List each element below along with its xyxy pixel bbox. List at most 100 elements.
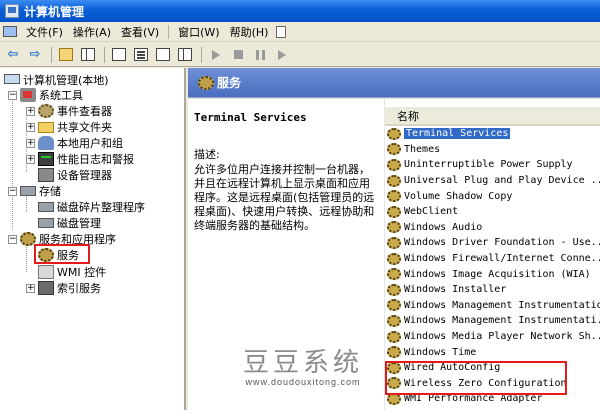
service-row-name: Terminal Services — [404, 128, 511, 140]
tree-defrag[interactable]: 磁盘碎片整理程序 — [38, 199, 145, 215]
start-service-icon[interactable] — [206, 45, 226, 65]
service-row[interactable]: Windows Management Instrumentati... — [385, 313, 600, 329]
service-row[interactable]: Volume Shadow Copy — [385, 188, 600, 204]
wmi-icon — [38, 265, 54, 279]
tree-wmi[interactable]: WMI 控件 — [38, 264, 106, 280]
export-list-icon[interactable] — [109, 45, 129, 65]
tree-event-viewer[interactable]: + 事件查看器 — [26, 103, 112, 119]
users-icon — [38, 136, 54, 150]
expand-icon[interactable]: + — [26, 106, 35, 116]
document-menu-icon[interactable] — [273, 25, 289, 39]
highlight-box-wireless — [385, 361, 567, 395]
restart-service-icon[interactable] — [272, 45, 292, 65]
service-row[interactable]: WebClient — [385, 204, 600, 220]
service-row-name: WMI Performance Adapter — [404, 393, 543, 405]
service-row-name: Windows Management Instrumentation — [404, 299, 600, 311]
window-title: 计算机管理 — [24, 4, 85, 19]
service-row-name: Windows Driver Foundation - Use... — [404, 237, 600, 249]
properties-icon[interactable] — [131, 45, 151, 65]
back-arrow-icon[interactable]: ⇦ — [3, 45, 23, 65]
service-gear-icon — [387, 205, 401, 218]
service-gear-icon — [387, 158, 401, 171]
service-row[interactable]: Terminal Services — [385, 126, 600, 142]
watermark: 豆豆系统 www.doudouxitong.com — [208, 342, 398, 387]
up-folder-icon[interactable] — [56, 45, 76, 65]
service-row-name: Windows Management Instrumentati... — [404, 315, 600, 327]
expand-icon[interactable]: + — [26, 283, 35, 293]
indexing-icon — [38, 281, 54, 295]
stop-service-icon[interactable] — [228, 45, 248, 65]
menu-action[interactable]: 操作(A) — [68, 24, 116, 40]
service-row[interactable]: Uninterruptible Power Supply — [385, 157, 600, 173]
service-row-name: Universal Plug and Play Device ... — [404, 175, 600, 187]
expand-icon[interactable]: + — [26, 138, 35, 148]
menu-bar: 文件(F) 操作(A) 查看(V) 窗口(W) 帮助(H) — [0, 22, 600, 42]
event-viewer-icon — [38, 104, 54, 118]
pause-service-icon[interactable] — [250, 45, 270, 65]
expand-icon[interactable]: + — [26, 122, 35, 132]
refresh-icon[interactable] — [153, 45, 173, 65]
tree-root[interactable]: 计算机管理(本地) — [4, 72, 109, 88]
toolbar: ⇦ ⇨ — [0, 43, 600, 67]
content-header: 服务 — [188, 68, 600, 98]
shared-folder-icon — [38, 121, 54, 133]
collapse-icon[interactable]: − — [8, 90, 17, 100]
service-gear-icon — [387, 143, 401, 156]
service-row[interactable]: Windows Installer — [385, 282, 600, 298]
service-row[interactable]: Windows Management Instrumentation — [385, 298, 600, 314]
service-row[interactable]: Universal Plug and Play Device ... — [385, 173, 600, 189]
menu-help[interactable]: 帮助(H) — [225, 24, 274, 40]
service-row[interactable]: Themes — [385, 142, 600, 158]
service-row-name: WebClient — [404, 206, 459, 218]
tree-perf-logs[interactable]: + 性能日志和警报 — [26, 151, 134, 167]
collapse-icon[interactable]: − — [8, 186, 17, 196]
service-row-name: Windows Firewall/Internet Conne... — [404, 253, 600, 265]
menu-window[interactable]: 窗口(W) — [173, 24, 224, 40]
title-bar: 计算机管理 — [0, 0, 600, 22]
window-menu-icon[interactable] — [2, 25, 18, 39]
services-list: 名称 Terminal Services Themes Uninterruptibl… — [384, 99, 600, 410]
service-row[interactable]: Windows Firewall/Internet Conne... — [385, 251, 600, 267]
service-row[interactable]: Windows Audio — [385, 220, 600, 236]
tree-local-users[interactable]: + 本地用户和组 — [26, 135, 123, 151]
service-row-name: Windows Image Acquisition (WIA) — [404, 268, 591, 280]
service-gear-icon — [387, 127, 401, 140]
service-gear-icon — [387, 299, 401, 312]
selected-service-name: Terminal Services — [194, 111, 307, 124]
description-label: 描述: — [194, 148, 220, 161]
tree-shared-folders[interactable]: + 共享文件夹 — [26, 119, 112, 135]
menu-file[interactable]: 文件(F) — [21, 24, 68, 40]
menu-separator — [168, 24, 170, 39]
expand-icon[interactable]: + — [26, 154, 35, 164]
service-gear-icon — [387, 221, 401, 234]
service-row[interactable]: Windows Image Acquisition (WIA) — [385, 266, 600, 282]
tree-indexing[interactable]: + 索引服务 — [26, 280, 101, 296]
tree-system-tools[interactable]: − 系统工具 — [8, 87, 83, 103]
computer-icon — [4, 74, 20, 84]
service-gear-icon — [387, 330, 401, 343]
services-header-icon — [198, 75, 214, 90]
highlight-box-services — [34, 244, 90, 264]
service-row[interactable]: Windows Media Player Network Sh... — [385, 329, 600, 345]
disk-management-icon — [38, 218, 54, 228]
performance-icon — [38, 152, 54, 166]
service-row-name: Windows Media Player Network Sh... — [404, 331, 600, 343]
show-hide-tree-icon[interactable] — [78, 45, 98, 65]
tools-icon — [20, 88, 36, 102]
tree-storage[interactable]: − 存储 — [8, 183, 61, 199]
menu-view[interactable]: 查看(V) — [116, 24, 164, 40]
service-row-name: Uninterruptible Power Supply — [404, 159, 573, 171]
description-text: 允许多位用户连接并控制一台机器，并且在远程计算机上显示桌面和应用程序。这是远程桌… — [194, 163, 375, 232]
help-icon[interactable] — [175, 45, 195, 65]
service-row-name: Windows Time — [404, 346, 477, 358]
storage-icon — [20, 186, 36, 196]
forward-arrow-icon[interactable]: ⇨ — [25, 45, 45, 65]
service-row[interactable]: Windows Driver Foundation - Use... — [385, 235, 600, 251]
collapse-icon[interactable]: − — [8, 234, 17, 244]
column-header-name[interactable]: 名称 — [385, 107, 600, 126]
service-row[interactable]: Windows Time — [385, 344, 600, 360]
tree-disk-management[interactable]: 磁盘管理 — [38, 215, 101, 231]
service-row-name: Themes — [404, 143, 441, 155]
console-tree: 计算机管理(本地) − 系统工具 + 事件查看器 + 共享文件夹 + 本地用户和… — [0, 68, 186, 410]
tree-device-manager[interactable]: 设备管理器 — [38, 167, 112, 183]
